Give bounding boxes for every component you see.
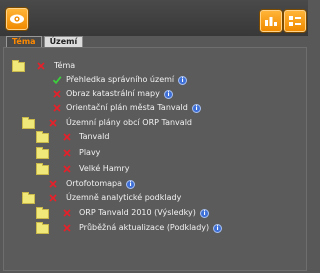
tree-item[interactable]: Plavy [4, 147, 304, 159]
tree-item[interactable]: Územní plány obcí ORP Tanvald [4, 117, 304, 129]
folder-icon[interactable] [22, 192, 35, 204]
tree-item-label: Obraz katastrální mapy [66, 89, 160, 98]
folder-icon[interactable] [36, 222, 49, 234]
hidden-cross-icon[interactable] [52, 89, 62, 99]
tree-item[interactable]: Tanvald [4, 131, 304, 143]
tree-item[interactable]: Přehledka správního území i [4, 74, 304, 86]
hidden-cross-icon[interactable] [36, 61, 46, 71]
tree-item-label: Ortofotomapa [66, 179, 123, 188]
info-icon[interactable]: i [178, 76, 187, 85]
layers-chart-icon[interactable] [260, 10, 282, 32]
tree-item[interactable]: Ortofotomapa i [4, 178, 304, 190]
top-toolbar [0, 0, 308, 36]
layer-tree-panel: Téma Přehledka správního území i Obraz kata… [3, 47, 307, 271]
tree-item-label: Téma [54, 61, 76, 70]
tree-item-label: Průběžná aktualizace (Podklady) [79, 223, 210, 232]
tree-item[interactable]: ORP Tanvald 2010 (Výsledky) i [4, 207, 304, 219]
tree-item[interactable]: Velké Hamry [4, 163, 304, 175]
eye-icon[interactable] [6, 8, 28, 30]
tree-item-label: Územní plány obcí ORP Tanvald [66, 118, 192, 127]
info-icon[interactable]: i [192, 104, 201, 113]
tree-item-label: Orientační plán města Tanvald [66, 103, 188, 112]
folder-icon[interactable] [36, 163, 49, 175]
hidden-cross-icon[interactable] [62, 208, 72, 218]
hidden-cross-icon[interactable] [62, 223, 72, 233]
hidden-cross-icon[interactable] [62, 164, 72, 174]
hidden-cross-icon[interactable] [62, 132, 72, 142]
info-icon[interactable]: i [213, 224, 222, 233]
folder-icon[interactable] [36, 147, 49, 159]
tree-item[interactable]: Obraz katastrální mapy i [4, 88, 304, 100]
info-icon[interactable]: i [126, 180, 135, 189]
tab-bar: Téma Území [6, 36, 85, 47]
folder-icon[interactable] [22, 117, 35, 129]
info-icon[interactable]: i [200, 209, 209, 218]
tab-tema[interactable]: Téma [6, 36, 42, 47]
hidden-cross-icon[interactable] [48, 118, 58, 128]
visible-check-icon[interactable] [52, 75, 62, 85]
folder-icon[interactable] [36, 207, 49, 219]
tree-item-label: ORP Tanvald 2010 (Výsledky) [79, 208, 196, 217]
tab-uzemi[interactable]: Území [43, 36, 84, 47]
hidden-cross-icon[interactable] [62, 148, 72, 158]
tree-item-label: Plavy [79, 148, 101, 157]
tree-item-label: Velké Hamry [79, 164, 130, 173]
hidden-cross-icon[interactable] [48, 193, 58, 203]
legend-icon[interactable] [284, 10, 306, 32]
folder-icon[interactable] [12, 60, 25, 72]
tree-item-label: Tanvald [79, 132, 110, 141]
tree-item[interactable]: Územně analytické podklady [4, 192, 304, 204]
hidden-cross-icon[interactable] [52, 103, 62, 113]
tree-item[interactable]: Průběžná aktualizace (Podklady) i [4, 222, 304, 234]
hidden-cross-icon[interactable] [48, 179, 58, 189]
tree-item[interactable]: Téma [4, 60, 304, 72]
info-icon[interactable]: i [164, 90, 173, 99]
tree-item-label: Přehledka správního území [66, 75, 175, 84]
folder-icon[interactable] [36, 131, 49, 143]
tree-item-label: Územně analytické podklady [66, 193, 182, 202]
tree-item[interactable]: Orientační plán města Tanvald i [4, 102, 304, 114]
